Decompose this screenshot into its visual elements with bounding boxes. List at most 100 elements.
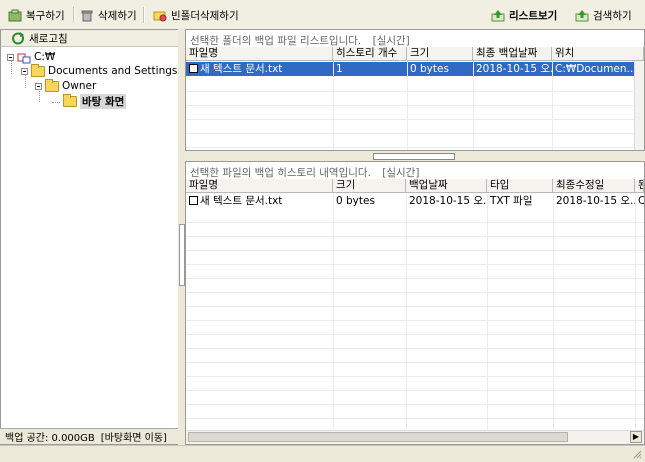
column-header[interactable]: 파일명 (186, 179, 333, 192)
row-checkbox[interactable] (189, 196, 198, 205)
grid-line (186, 292, 644, 293)
search-button[interactable]: 검색하기 (575, 6, 632, 24)
row-checkbox[interactable] (189, 64, 198, 73)
column-header[interactable]: 히스토리 개수 (333, 47, 407, 60)
delete-empty-folder-label: 빈폴더삭제하기 (171, 9, 239, 22)
search-label: 검색하기 (593, 9, 632, 22)
grid-line (186, 91, 634, 92)
grid-line (186, 133, 634, 134)
tree-node-label: Owner (62, 80, 97, 92)
column-header[interactable]: 된 (635, 179, 644, 192)
table-row[interactable]: 새 텍스트 문서.txt 1 0 bytes 2018-10-15 오... C… (186, 62, 634, 76)
tree-node-documents[interactable]: Documents and Settings (21, 63, 178, 78)
scrollbar-thumb[interactable] (188, 432, 568, 442)
history-header: 파일명 크기 백업날짜 타입 최종수정일 된 (186, 179, 644, 193)
grid-line (186, 306, 644, 307)
panel-title-text: 선택한 폴더의 백업 파일 리스트입니다. (190, 35, 362, 47)
grid-line (186, 390, 644, 391)
desktop-move-link[interactable]: [바탕화면 이동] (101, 429, 167, 444)
grid-line (487, 193, 488, 429)
column-header[interactable]: 파일명 (186, 47, 333, 60)
table-cell: 2018-10-15 오... (409, 195, 487, 207)
column-header[interactable]: 크기 (407, 47, 473, 60)
grid-line (553, 193, 554, 429)
vertical-scrollbar[interactable] (634, 61, 644, 150)
folder-tree-panel: 새로고침 C:₩ Documents and Settings Owner 바탕… (0, 29, 179, 445)
grid-line (186, 334, 644, 335)
trash-icon (80, 9, 94, 22)
resize-grip-icon[interactable] (632, 449, 642, 459)
scroll-right-icon[interactable]: ▶ (630, 431, 642, 443)
table-cell: 0 bytes (336, 195, 375, 207)
grid-line (186, 278, 644, 279)
table-cell: C (638, 195, 644, 207)
tree-node-label: Documents and Settings (48, 65, 178, 77)
list-view-label: 리스트보기 (509, 9, 558, 22)
list-view-button[interactable]: 리스트보기 (491, 6, 557, 24)
refresh-button[interactable]: 새로고침 (1, 30, 178, 47)
grid-line (333, 193, 334, 429)
collapse-icon[interactable] (7, 53, 14, 61)
realtime-label: [실시간] (382, 167, 420, 179)
upload-arrow-icon (491, 9, 505, 22)
table-row[interactable]: 새 텍스트 문서.txt 0 bytes 2018-10-15 오... TXT… (186, 194, 644, 208)
grid-line (186, 250, 644, 251)
collapse-icon[interactable] (21, 67, 28, 75)
realtime-label: [실시간] (372, 35, 410, 47)
grid-line (186, 222, 644, 223)
grid-line (186, 404, 644, 405)
column-header[interactable]: 크기 (333, 179, 406, 192)
table-cell: 새 텍스트 문서.txt (186, 62, 333, 76)
window-bottom-bar (0, 445, 645, 461)
delete-button[interactable]: 삭제하기 (80, 6, 137, 24)
delete-empty-folder-button[interactable]: 빈폴더삭제하기 (153, 6, 239, 24)
grid-line (635, 193, 636, 429)
column-header[interactable]: 최종수정일 (553, 179, 635, 192)
toolbar: 복구하기 삭제하기 빈폴더삭제하기 리스트보기 검색하기 (0, 0, 645, 30)
table-cell: 0 bytes (410, 63, 449, 75)
panel-title: 선택한 폴더의 백업 파일 리스트입니다. [실시간] (190, 33, 410, 48)
tree-node-desktop[interactable]: 바탕 화면 (63, 93, 127, 109)
grid-line (186, 348, 644, 349)
grid-line (186, 147, 634, 148)
table-cell: C:₩Documen... (555, 63, 634, 75)
tree-connector (52, 102, 60, 103)
grid-line (186, 236, 644, 237)
table-cell: TXT 파일 (490, 195, 533, 207)
splitter-grip[interactable] (373, 153, 455, 160)
toolbar-separator (143, 7, 145, 23)
table-cell: 새 텍스트 문서.txt (186, 194, 333, 208)
grid-line (186, 376, 644, 377)
backup-space-text: 백업 공간: 0.000GB (5, 433, 95, 444)
delete-label: 삭제하기 (98, 9, 137, 22)
grid-line (406, 193, 407, 429)
column-header[interactable]: 타입 (487, 179, 553, 192)
collapse-icon[interactable] (35, 82, 42, 90)
restore-label: 복구하기 (26, 9, 65, 22)
horizontal-scrollbar[interactable]: ▶ (186, 430, 644, 444)
horizontal-splitter[interactable] (185, 151, 645, 161)
column-header[interactable]: 백업날짜 (406, 179, 487, 192)
restore-button[interactable]: 복구하기 (8, 6, 65, 24)
grid-line (186, 105, 634, 106)
file-name: 새 텍스트 문서.txt (200, 195, 283, 207)
folder-icon (31, 63, 45, 77)
backup-file-list-panel: 선택한 폴더의 백업 파일 리스트입니다. [실시간] 파일명 히스토리 개수 … (185, 29, 645, 151)
tree-node-drive[interactable]: C:₩ (7, 50, 55, 64)
file-list-header: 파일명 히스토리 개수 크기 최종 백업날짜 위치 (186, 47, 644, 61)
grid-line (186, 264, 644, 265)
grid-line (186, 362, 644, 363)
column-header[interactable]: 위치 (552, 47, 644, 60)
column-header[interactable]: 최종 백업날짜 (473, 47, 552, 60)
file-name: 새 텍스트 문서.txt (200, 63, 283, 75)
table-cell: 1 (336, 63, 343, 75)
vertical-splitter[interactable] (178, 29, 185, 445)
table-cell: 2018-10-15 오... (476, 63, 552, 75)
drive-icon (17, 51, 31, 64)
folder-icon (45, 78, 59, 92)
refresh-icon (11, 31, 25, 45)
tree-node-label: 바탕 화면 (80, 93, 127, 109)
tree-node-owner[interactable]: Owner (35, 78, 97, 93)
folder-delete-icon (153, 9, 167, 22)
panel-title: 선택한 파일의 백업 히스토리 내역입니다. [실시간] (190, 165, 419, 180)
